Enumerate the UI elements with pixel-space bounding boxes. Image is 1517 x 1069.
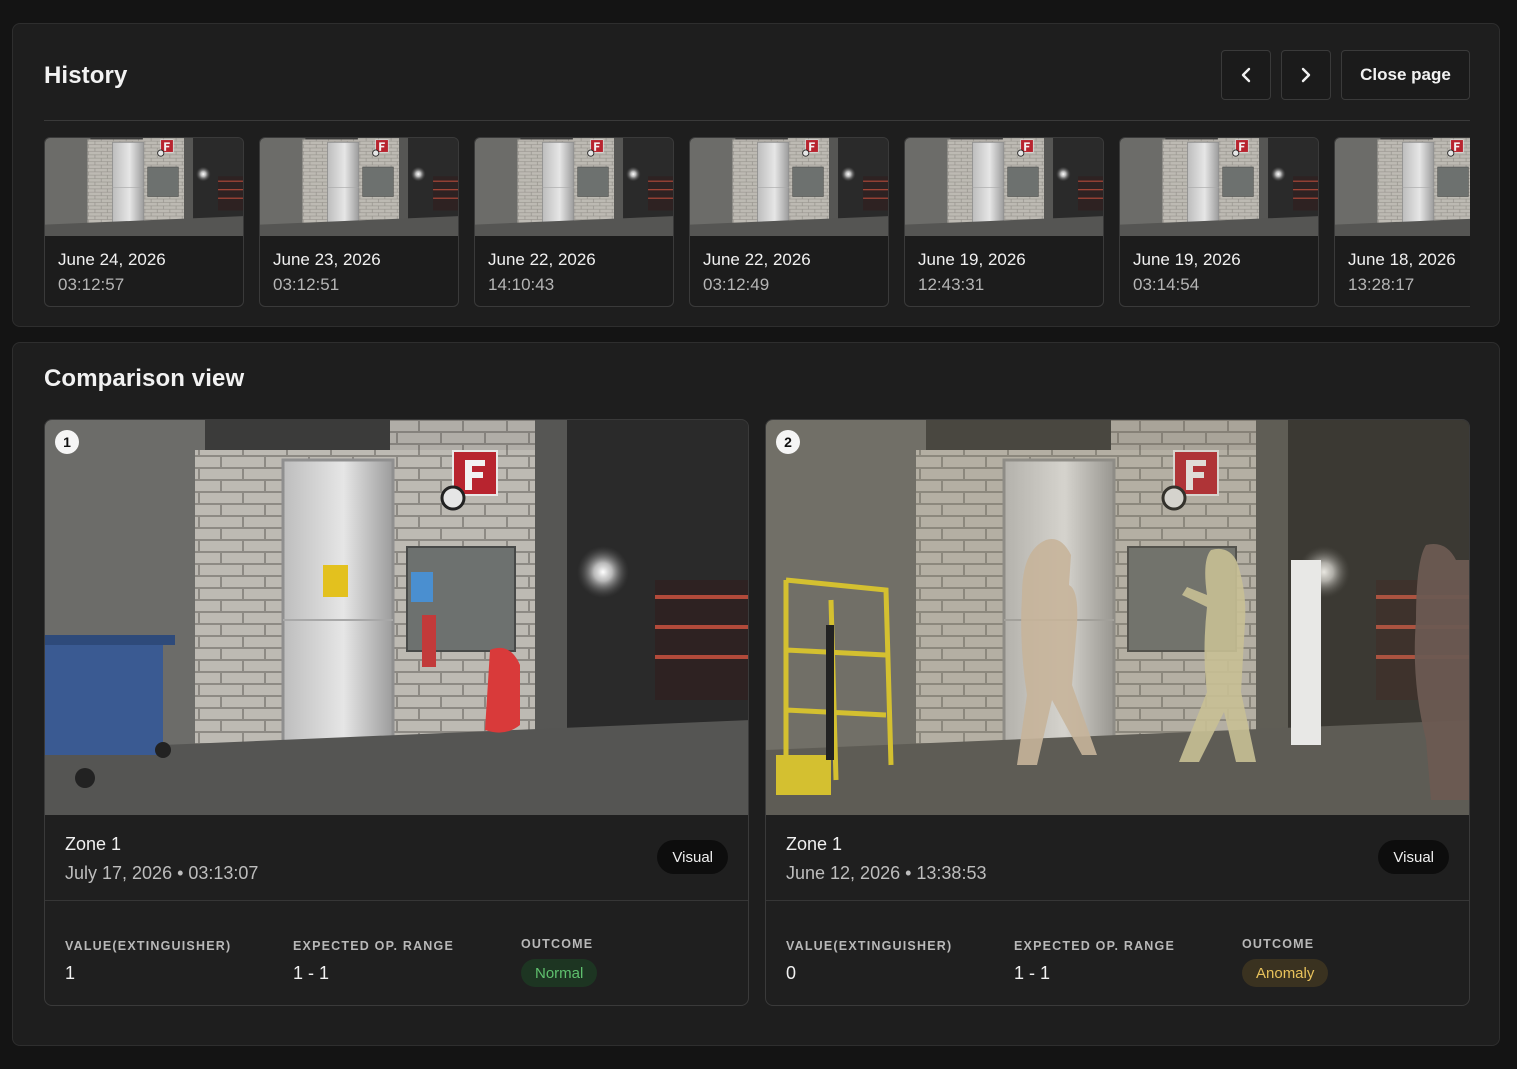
thumbnail-image: [45, 138, 243, 236]
thumbnail-image: [905, 138, 1103, 236]
thumbnail-image: [1120, 138, 1318, 236]
comparison-image: [766, 420, 1469, 815]
history-item[interactable]: June 24, 2026 03:12:57: [44, 137, 244, 307]
comparison-card-2: 2 Zone 1 June 12, 2026 • 13:38:53 Visual…: [765, 419, 1470, 1006]
history-item-time: 03:12:57: [58, 275, 125, 294]
history-item-time: 03:14:54: [1133, 275, 1200, 294]
history-item[interactable]: June 22, 2026 14:10:43: [474, 137, 674, 307]
value-value: 0: [786, 963, 797, 983]
capture-datetime: July 17, 2026 • 03:13:07: [65, 863, 259, 883]
history-item-time: 12:43:31: [918, 275, 985, 294]
range-value: 1 - 1: [293, 963, 330, 983]
capture-datetime: June 12, 2026 • 13:38:53: [786, 863, 987, 883]
history-item-date: June 22, 2026: [488, 250, 596, 269]
thumbnail-image: [690, 138, 888, 236]
card-divider: [45, 900, 748, 901]
history-item[interactable]: June 22, 2026 03:12:49: [689, 137, 889, 307]
comparison-index-badge: 1: [55, 430, 79, 454]
history-item-date: June 19, 2026: [918, 250, 1026, 269]
history-item[interactable]: June 18, 2026 13:28:17: [1334, 137, 1470, 307]
outcome-status-badge: Anomaly: [1242, 959, 1329, 987]
chevron-left-icon: [1241, 67, 1251, 83]
zone-label: Zone 1: [786, 834, 843, 854]
comparison-index-badge: 2: [776, 430, 800, 454]
history-item-date: June 18, 2026: [1348, 250, 1456, 269]
history-item-time: 13:28:17: [1348, 275, 1415, 294]
thumbnail-image: [260, 138, 458, 236]
history-item[interactable]: June 23, 2026 03:12:51: [259, 137, 459, 307]
previous-button[interactable]: [1221, 50, 1271, 100]
history-title: History: [44, 62, 128, 89]
history-item-date: June 23, 2026: [273, 250, 381, 269]
chevron-right-icon: [1301, 67, 1311, 83]
thumbnail-image: [475, 138, 673, 236]
outcome-status-badge: Normal: [521, 959, 598, 987]
mode-badge: Visual: [1378, 840, 1449, 874]
range-value: 1 - 1: [1014, 963, 1051, 983]
mode-badge: Visual: [657, 840, 728, 874]
close-page-button[interactable]: Close page: [1341, 50, 1470, 100]
history-item-date: June 24, 2026: [58, 250, 166, 269]
history-item[interactable]: June 19, 2026 03:14:54: [1119, 137, 1319, 307]
next-button[interactable]: [1281, 50, 1331, 100]
zone-label: Zone 1: [65, 834, 122, 854]
outcome-label: OUTCOME: [521, 937, 594, 951]
value-value: 1: [65, 963, 76, 983]
comparison-panel: Comparison view 1 Zone 1 July 17, 2026 •…: [12, 342, 1500, 1046]
value-label: VALUE(EXTINGUISHER): [65, 939, 232, 953]
history-divider: [44, 120, 1470, 121]
history-item-date: June 22, 2026: [703, 250, 811, 269]
history-panel: History Close page June 24, 2026 03:12:5…: [12, 23, 1500, 327]
value-label: VALUE(EXTINGUISHER): [786, 939, 953, 953]
comparison-image: [45, 420, 748, 815]
history-item[interactable]: June 19, 2026 12:43:31: [904, 137, 1104, 307]
history-item-time: 03:12:49: [703, 275, 770, 294]
range-label: EXPECTED OP. RANGE: [1014, 939, 1175, 953]
comparison-title: Comparison view: [44, 365, 245, 392]
card-divider: [766, 900, 1469, 901]
comparison-card-1: 1 Zone 1 July 17, 2026 • 03:13:07 Visual…: [44, 419, 749, 1006]
history-item-time: 14:10:43: [488, 275, 555, 294]
range-label: EXPECTED OP. RANGE: [293, 939, 454, 953]
history-item-time: 03:12:51: [273, 275, 340, 294]
thumbnail-image: [1335, 138, 1470, 236]
history-thumbnail-strip[interactable]: June 24, 2026 03:12:57 June 23, 2026 03:…: [44, 137, 1470, 307]
outcome-label: OUTCOME: [1242, 937, 1315, 951]
history-item-date: June 19, 2026: [1133, 250, 1241, 269]
